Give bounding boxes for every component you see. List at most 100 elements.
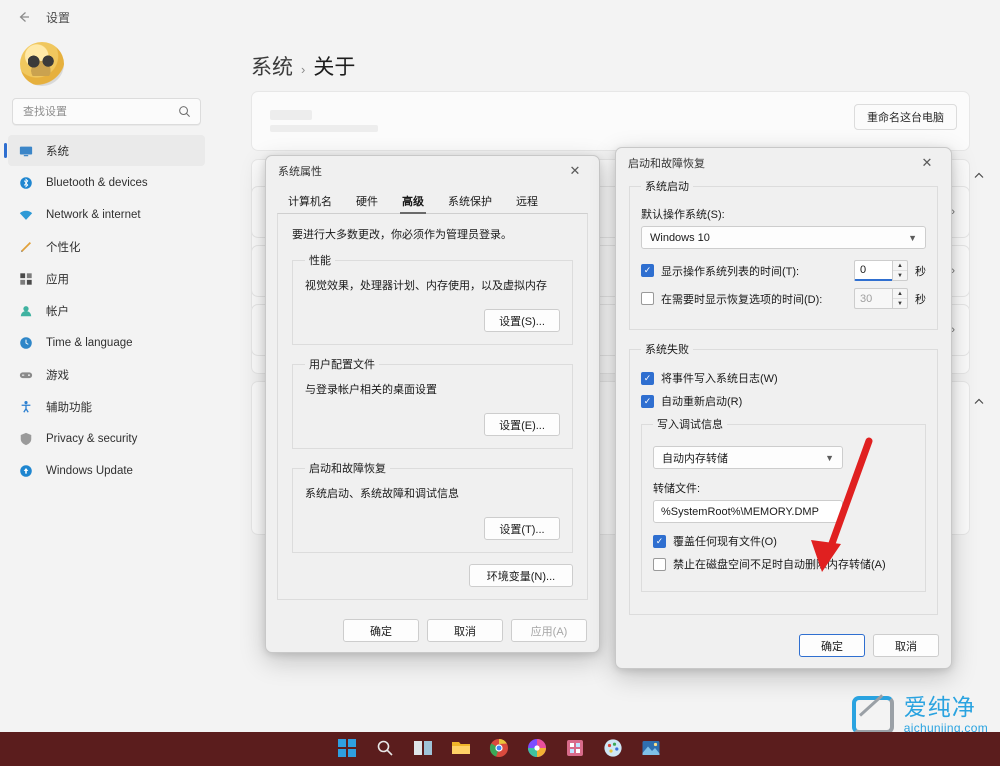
- breadcrumb-current: 关于: [313, 56, 356, 79]
- environment-variables-button[interactable]: 环境变量(N)...: [469, 564, 573, 587]
- network-icon: [18, 207, 34, 223]
- breadcrumb-parent[interactable]: 系统: [251, 51, 293, 81]
- ok-button[interactable]: 确定: [799, 634, 865, 657]
- close-icon[interactable]: ✕: [911, 150, 943, 176]
- sidebar: 系统 Bluetooth & devices Network & interne…: [0, 34, 213, 766]
- write-event-checkbox[interactable]: [641, 371, 654, 385]
- admin-notice: 要进行大多数更改，你必须作为管理员登录。: [292, 229, 512, 241]
- sidebar-item-label: Network & internet: [46, 208, 141, 221]
- device-model-placeholder: [270, 125, 378, 132]
- breadcrumb: 系统 › 关于: [251, 51, 1000, 81]
- sidebar-item-privacy-security[interactable]: Privacy & security: [8, 423, 205, 454]
- search-input[interactable]: [21, 104, 178, 119]
- apply-button: 应用(A): [511, 619, 587, 642]
- settings-window: 设置 系统 Bluet: [0, 0, 1000, 766]
- overwrite-checkbox[interactable]: [653, 534, 666, 548]
- group-description: 系统启动、系统故障和调试信息: [305, 488, 459, 500]
- start-icon[interactable]: [337, 738, 359, 760]
- apps-icon: [18, 271, 34, 287]
- tab-remote[interactable]: 远程: [511, 190, 543, 214]
- group-legend: 性能: [309, 255, 331, 267]
- rename-pc-button[interactable]: 重命名这台电脑: [854, 104, 957, 130]
- sidebar-item-system[interactable]: 系统: [4, 135, 205, 166]
- dialog-tabs: 计算机名 硬件 高级 系统保护 远程: [277, 186, 588, 214]
- taskbar: [0, 732, 1000, 766]
- device-name-placeholder: [270, 110, 312, 120]
- sidebar-item-apps[interactable]: 应用: [8, 263, 205, 294]
- avatar: [20, 42, 64, 86]
- debug-type-value: 自动内存转储: [662, 452, 728, 465]
- system-failure-group: 系统失败 将事件写入系统日志(W) 自动重新启动(R) 写入调试信息 自动内存转…: [629, 341, 938, 615]
- watermark-logo-icon: [851, 696, 894, 734]
- back-arrow-icon[interactable]: [12, 5, 36, 29]
- auto-restart-checkbox[interactable]: [641, 394, 654, 408]
- shield-icon: [18, 431, 34, 447]
- clock-icon: [18, 335, 34, 351]
- startup-recovery-settings-button[interactable]: 设置(T)...: [484, 517, 560, 540]
- timeout-recovery-checkbox[interactable]: [641, 292, 654, 305]
- sidebar-item-label: 辅助功能: [46, 401, 92, 414]
- ok-button[interactable]: 确定: [343, 619, 419, 642]
- tab-system-protection[interactable]: 系统保护: [443, 190, 497, 214]
- chrome-icon[interactable]: [489, 738, 511, 760]
- accessibility-icon: [18, 399, 34, 415]
- close-icon[interactable]: ✕: [559, 158, 591, 184]
- disable-autodelete-checkbox[interactable]: [653, 557, 666, 571]
- system-startup-group: 系统启动 默认操作系统(S): Windows 10 ▼ 显示操作系统列表的时间…: [629, 178, 938, 330]
- search-box[interactable]: [12, 98, 201, 125]
- sidebar-item-accessibility[interactable]: 辅助功能: [8, 391, 205, 422]
- default-os-combobox[interactable]: Windows 10 ▼: [641, 226, 926, 249]
- collapse-chevron-icon-2[interactable]: [972, 394, 986, 408]
- sidebar-item-network-internet[interactable]: Network & internet: [8, 199, 205, 230]
- cancel-button[interactable]: 取消: [873, 634, 939, 657]
- sidebar-item-accounts[interactable]: 帐户: [8, 295, 205, 326]
- sidebar-item-bluetooth-devices[interactable]: Bluetooth & devices: [8, 167, 205, 198]
- monitor-icon: [18, 143, 34, 159]
- group-description: 与登录帐户相关的桌面设置: [305, 384, 437, 396]
- tab-computer-name[interactable]: 计算机名: [283, 190, 337, 214]
- sidebar-item-label: Time & language: [46, 336, 133, 349]
- group-legend: 系统启动: [645, 181, 689, 193]
- tab-hardware[interactable]: 硬件: [351, 190, 383, 214]
- performance-settings-button[interactable]: 设置(S)...: [484, 309, 560, 332]
- auto-restart-row: 自动重新启动(R): [641, 393, 926, 409]
- sidebar-item-time-language[interactable]: Time & language: [8, 327, 205, 358]
- browser-colorwheel-icon[interactable]: [527, 738, 549, 760]
- file-explorer-icon[interactable]: [451, 738, 473, 760]
- photos-icon[interactable]: [641, 738, 663, 760]
- sidebar-item-label: Windows Update: [46, 464, 133, 477]
- dump-file-label: 转储文件:: [653, 483, 701, 495]
- user-profiles-settings-button[interactable]: 设置(E)...: [484, 413, 560, 436]
- avatar-container[interactable]: [8, 34, 205, 96]
- sidebar-item-gaming[interactable]: 游戏: [8, 359, 205, 390]
- store-icon[interactable]: [565, 738, 587, 760]
- paint-icon[interactable]: [603, 738, 625, 760]
- collapse-chevron-icon-1[interactable]: [972, 168, 986, 182]
- timeout-recovery-stepper[interactable]: ▲ ▼: [892, 288, 908, 309]
- dialog-titlebar[interactable]: 系统属性 ✕: [266, 156, 599, 186]
- tab-advanced[interactable]: 高级: [397, 190, 429, 214]
- user-profiles-group: 用户配置文件 与登录帐户相关的桌面设置 设置(E)...: [292, 356, 573, 449]
- timeout-os-unit: 秒: [915, 265, 926, 278]
- timeout-recovery-row: 在需要时显示恢复选项的时间(D): 30 ▲ ▼ 秒: [641, 288, 926, 309]
- task-view-icon[interactable]: [413, 738, 435, 760]
- sidebar-item-windows-update[interactable]: Windows Update: [8, 455, 205, 486]
- search-icon[interactable]: [375, 738, 397, 760]
- dump-file-input[interactable]: %SystemRoot%\MEMORY.DMP: [653, 500, 843, 523]
- device-summary-card: 重命名这台电脑: [251, 91, 970, 151]
- write-event-row: 将事件写入系统日志(W): [641, 370, 926, 386]
- sidebar-item-label: 系统: [46, 145, 69, 158]
- timeout-os-stepper[interactable]: ▲ ▼: [892, 260, 908, 281]
- debug-type-combobox[interactable]: 自动内存转储 ▼: [653, 446, 843, 469]
- timeout-recovery-input[interactable]: 30: [854, 288, 892, 309]
- timeout-os-input[interactable]: 0: [854, 260, 892, 281]
- sidebar-item-personalization[interactable]: 个性化: [8, 231, 205, 262]
- overwrite-label: 覆盖任何现有文件(O): [673, 536, 777, 548]
- watermark: 爱纯净 aichunjing.com: [851, 696, 988, 734]
- cancel-button[interactable]: 取消: [427, 619, 503, 642]
- timeout-os-checkbox[interactable]: [641, 264, 654, 277]
- default-os-label: 默认操作系统(S):: [641, 209, 725, 221]
- auto-restart-label: 自动重新启动(R): [661, 396, 743, 408]
- group-description: 视觉效果，处理器计划、内存使用，以及虚拟内存: [305, 280, 547, 292]
- dialog-titlebar[interactable]: 启动和故障恢复 ✕: [616, 148, 951, 178]
